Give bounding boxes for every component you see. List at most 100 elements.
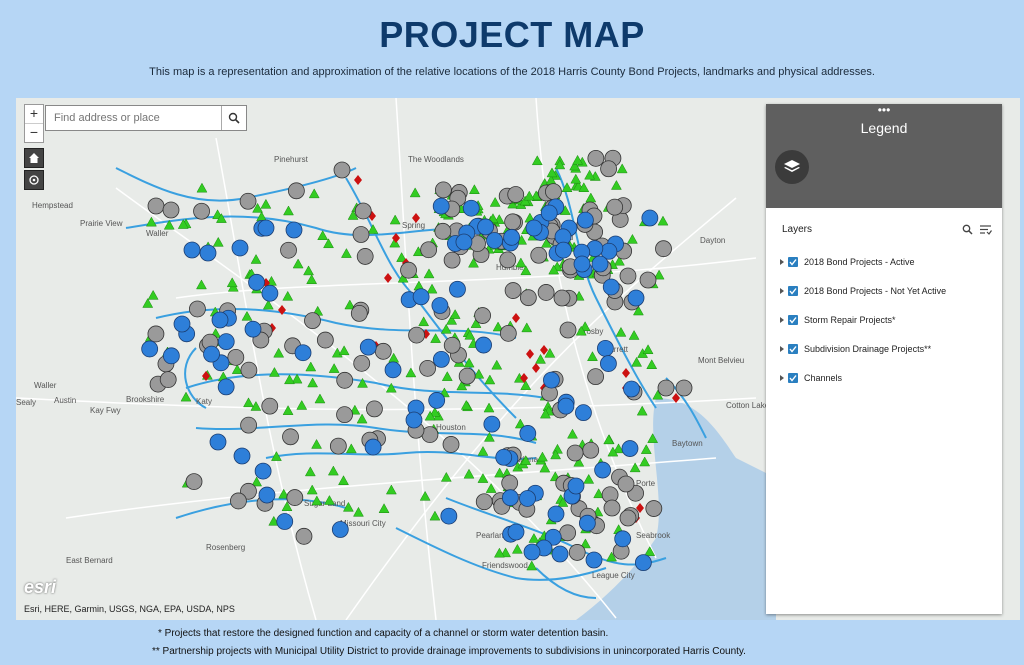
active-marker	[203, 345, 220, 363]
active-marker	[623, 380, 640, 398]
active-marker	[173, 315, 191, 333]
not-yet-active-marker	[619, 509, 637, 527]
active-marker	[503, 228, 521, 246]
not-yet-active-marker	[545, 183, 562, 201]
search-input[interactable]	[46, 106, 221, 130]
active-marker	[217, 333, 235, 351]
layer-checkbox[interactable]	[788, 286, 798, 296]
active-marker	[331, 521, 349, 538]
expand-caret-icon[interactable]	[780, 375, 784, 381]
active-marker	[600, 355, 617, 372]
search-button[interactable]	[221, 106, 246, 130]
not-yet-active-marker	[230, 492, 247, 510]
expand-caret-icon[interactable]	[780, 259, 784, 265]
place-label: Rosenberg	[206, 543, 245, 552]
layer-checkbox[interactable]	[788, 344, 798, 354]
layer-checkbox[interactable]	[788, 315, 798, 325]
layers-button[interactable]	[775, 150, 809, 184]
not-yet-active-marker	[287, 182, 305, 200]
place-label: East Bernard	[66, 556, 113, 565]
active-marker	[162, 347, 180, 365]
active-marker	[431, 297, 449, 314]
place-label: Austin	[54, 396, 76, 405]
active-marker	[519, 425, 537, 442]
not-yet-active-marker	[316, 331, 334, 349]
active-marker	[209, 433, 227, 451]
active-marker	[449, 280, 466, 298]
home-icon	[29, 153, 39, 163]
active-marker	[183, 241, 201, 259]
not-yet-active-marker	[675, 379, 693, 397]
layer-filter-icon[interactable]	[979, 224, 992, 235]
checkmark-icon	[789, 346, 797, 353]
active-marker	[477, 218, 495, 236]
not-yet-active-marker	[193, 202, 210, 220]
not-yet-active-marker	[603, 499, 621, 517]
not-yet-active-marker	[159, 371, 177, 388]
not-yet-active-marker	[475, 493, 493, 511]
locate-button[interactable]	[24, 170, 44, 190]
zoom-out-button[interactable]: −	[25, 123, 43, 142]
not-yet-active-marker	[619, 267, 637, 285]
layer-item-active[interactable]: 2018 Bond Projects - Active	[780, 257, 915, 267]
not-yet-active-marker	[559, 321, 577, 339]
active-marker	[440, 507, 458, 525]
address-search[interactable]	[45, 105, 247, 131]
zoom-in-button[interactable]: +	[25, 105, 43, 123]
not-yet-active-marker	[434, 181, 452, 199]
not-yet-active-marker	[400, 261, 417, 279]
expand-caret-icon[interactable]	[780, 317, 784, 323]
place-label: Waller	[34, 381, 57, 390]
legend-menu-handle[interactable]: •••	[766, 104, 1002, 116]
not-yet-active-marker	[239, 192, 257, 210]
layers-header: Layers	[782, 224, 992, 235]
expand-caret-icon[interactable]	[780, 288, 784, 294]
not-yet-active-marker	[333, 161, 351, 179]
not-yet-active-marker	[374, 342, 392, 360]
expand-caret-icon[interactable]	[780, 346, 784, 352]
project-map[interactable]: Pinehurst The Woodlands Hempstead Prairie V…	[16, 98, 1020, 620]
home-button[interactable]	[24, 148, 44, 168]
search-icon	[228, 112, 240, 124]
active-marker	[486, 232, 503, 249]
not-yet-active-marker	[353, 354, 371, 372]
zoom-control[interactable]: + −	[24, 104, 44, 143]
layer-item-subdivision-drainage[interactable]: Subdivision Drainage Projects**	[780, 344, 931, 354]
active-marker	[462, 199, 480, 217]
layer-item-channels[interactable]: Channels	[780, 373, 842, 383]
active-marker	[641, 209, 659, 227]
active-marker	[634, 554, 652, 572]
place-label: Dayton	[700, 236, 725, 245]
checkmark-icon	[789, 375, 797, 382]
active-marker	[555, 241, 572, 259]
layer-item-not-yet-active[interactable]: 2018 Bond Projects - Not Yet Active	[780, 286, 946, 296]
active-marker	[551, 545, 569, 563]
not-yet-active-marker	[442, 436, 460, 453]
layer-search-icon[interactable]	[962, 224, 973, 235]
not-yet-active-marker	[655, 240, 672, 258]
layer-item-storm-repair[interactable]: Storm Repair Projects*	[780, 315, 896, 325]
layer-checkbox[interactable]	[788, 373, 798, 383]
active-marker	[621, 440, 639, 457]
place-label: Friendswood	[482, 561, 528, 570]
not-yet-active-marker	[261, 397, 279, 415]
not-yet-active-marker	[474, 307, 491, 324]
not-yet-active-marker	[504, 213, 522, 231]
place-label: Katy	[196, 397, 212, 406]
active-marker	[519, 490, 536, 507]
active-marker	[276, 513, 294, 530]
not-yet-active-marker	[443, 336, 461, 354]
place-label: Spring	[402, 221, 425, 230]
place-label: Hempstead	[32, 201, 73, 210]
not-yet-active-marker	[350, 304, 368, 322]
layer-checkbox[interactable]	[788, 257, 798, 267]
layers-label: Layers	[782, 224, 813, 235]
not-yet-active-marker	[568, 544, 586, 561]
active-marker	[578, 514, 596, 532]
active-marker	[211, 311, 229, 329]
not-yet-active-marker	[329, 437, 347, 455]
not-yet-active-marker	[582, 441, 600, 459]
layer-label: 2018 Bond Projects - Active	[804, 257, 915, 267]
active-marker	[547, 505, 565, 523]
active-marker	[455, 233, 473, 251]
